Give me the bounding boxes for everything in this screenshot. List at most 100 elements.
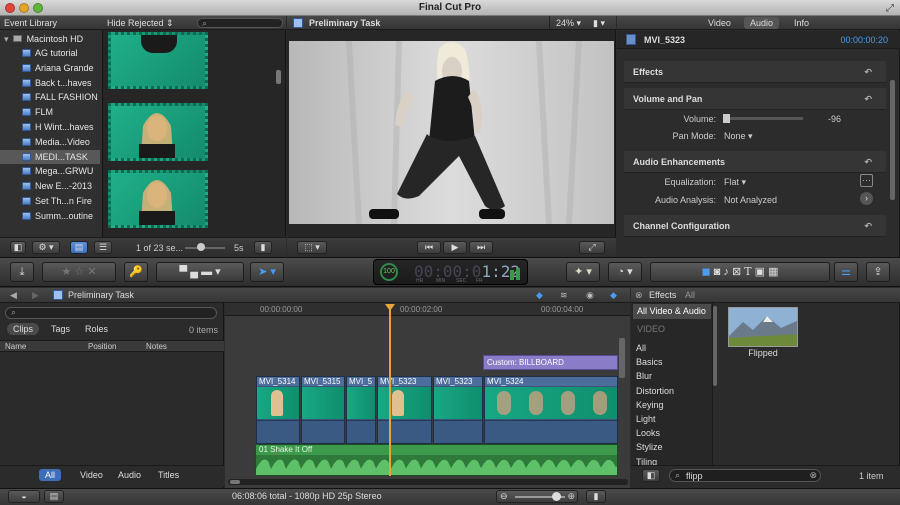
timeline-horizontal-scrollbar[interactable] — [228, 479, 628, 485]
index-column-notes[interactable]: Notes — [146, 342, 167, 351]
effects-category-blur[interactable]: Blur — [636, 369, 652, 383]
close-icon[interactable]: ⊗ — [635, 288, 643, 302]
channel-config-header[interactable]: Channel Configuration ↶ — [624, 215, 886, 237]
inspector-scrollbar[interactable] — [890, 80, 895, 200]
forward-arrow-icon[interactable]: ▶ — [32, 288, 39, 302]
browser-search-input[interactable]: ⌕ — [197, 18, 283, 28]
clip-thumbnail-3[interactable] — [108, 170, 208, 228]
snapping-icon[interactable]: ◆ — [610, 288, 617, 302]
effects-category-all[interactable]: All — [636, 341, 646, 355]
effects-category-light[interactable]: Light — [636, 412, 656, 426]
reset-icon[interactable]: ↶ — [864, 151, 872, 173]
audio-skimming-button[interactable]: ◒ — [8, 490, 40, 503]
retime-button[interactable]: ◔ ▾ — [608, 262, 642, 282]
zoom-control[interactable]: ⊖ ⊕ — [496, 490, 578, 503]
effects-category-stylize[interactable]: Stylize — [636, 440, 663, 454]
timeline-video-clip[interactable]: MVI_5323 — [433, 376, 483, 444]
library-event-item[interactable]: MEDI...TASK — [0, 149, 100, 164]
timeline-index-search[interactable]: ⌕ — [5, 307, 217, 319]
clip-appearance-button[interactable]: ▮ — [586, 490, 606, 503]
browser-scrollbar[interactable] — [276, 70, 281, 84]
disk-item[interactable]: ▾ Macintosh HD — [4, 32, 83, 46]
clear-search-icon[interactable]: ⊗ — [809, 470, 817, 481]
switch-button[interactable]: ▮ — [254, 241, 272, 254]
equalization-dropdown[interactable]: Flat ▾ — [724, 177, 746, 188]
categories-scrollbar[interactable] — [713, 306, 717, 386]
transitions-browser-icon[interactable]: ⊠ — [732, 266, 741, 278]
audio-meter-icon[interactable] — [508, 266, 522, 280]
library-event-item[interactable]: AG tutorial — [0, 46, 100, 60]
analysis-go-button[interactable]: › — [860, 192, 873, 205]
effect-thumbnail-flipped[interactable] — [728, 307, 798, 347]
music-browser-icon[interactable]: ♪ — [723, 266, 729, 278]
photo-browser-icon[interactable]: ◙ — [714, 266, 721, 278]
volume-value[interactable]: -96 — [828, 114, 841, 124]
library-event-item[interactable]: Ariana Grande — [0, 61, 100, 75]
select-tool-button[interactable]: ➤ ▾ — [250, 262, 284, 282]
effects-category-looks[interactable]: Looks — [636, 426, 660, 440]
volume-slider[interactable] — [723, 114, 803, 123]
reset-icon[interactable]: ↶ — [864, 215, 872, 237]
viewer-video-frame[interactable] — [289, 41, 614, 224]
effects-category-basics[interactable]: Basics — [636, 355, 663, 369]
audio-clip[interactable]: 01 Shake It Off — [255, 444, 618, 476]
effects-category-distortion[interactable]: Distortion — [636, 384, 674, 398]
index-column-name[interactable]: Name — [5, 342, 26, 351]
viewer-format-button[interactable]: ⬚ ▾ — [297, 241, 327, 254]
audio-enhancements-header[interactable]: Audio Enhancements ↶ — [624, 151, 886, 173]
library-event-item[interactable]: FLM — [0, 105, 100, 119]
effects-search-field[interactable]: ⌕ flipp ⊗ — [669, 469, 821, 482]
inspector-tab-info[interactable]: Info — [788, 17, 815, 29]
viewer-options-icon[interactable]: ▮ ▾ — [593, 16, 605, 30]
inspector-tab-video[interactable]: Video — [702, 17, 737, 29]
eq-graph-button[interactable]: ⋯ — [860, 174, 873, 187]
library-event-item[interactable]: New E...-2013 — [0, 179, 100, 193]
unrate-star-icon[interactable]: ☆ — [74, 266, 84, 278]
titles-browser-icon[interactable]: T — [744, 265, 751, 278]
zoom-in-icon[interactable]: ⊕ — [567, 491, 575, 502]
inspector-tab-audio[interactable]: Audio — [744, 17, 780, 29]
index-filter-titles[interactable]: Titles — [152, 469, 185, 481]
show-library-button[interactable]: ◧ — [10, 241, 26, 254]
pan-mode-dropdown[interactable]: None ▾ — [724, 131, 753, 142]
connect-clip-icon[interactable]: ▀ — [179, 266, 187, 278]
effects-section-header[interactable]: Effects ↶ — [624, 61, 886, 83]
solo-icon[interactable]: ◉ — [586, 288, 594, 302]
clip-thumbnail-2[interactable] — [108, 103, 208, 161]
append-clip-icon[interactable]: ▬ — [201, 266, 212, 278]
clip-height-slider[interactable] — [185, 243, 225, 251]
chevron-down-icon[interactable]: ▾ — [215, 266, 221, 278]
action-gear-button[interactable]: ⚙ ▾ — [32, 241, 60, 254]
library-event-item[interactable]: Summ...outine — [0, 209, 100, 223]
reset-icon[interactable]: ↶ — [864, 61, 872, 83]
toggle-sidebar-button[interactable]: ◧ — [642, 469, 660, 482]
effects-filter[interactable]: All — [685, 288, 695, 302]
fullscreen-icon[interactable]: ⤢ — [886, 3, 894, 14]
zoom-out-icon[interactable]: ⊖ — [500, 491, 508, 502]
library-event-item[interactable]: H Wint...haves — [0, 120, 100, 134]
reset-icon[interactable]: ↶ — [864, 88, 872, 110]
library-event-item[interactable]: Back t...haves — [0, 76, 100, 90]
timeline-video-clip[interactable]: MVI_5314 — [256, 376, 300, 444]
category-all-video-audio[interactable]: All Video & Audio — [633, 304, 711, 319]
playhead[interactable] — [389, 304, 391, 476]
title-clip[interactable]: Custom: BILLBOARD — [483, 355, 618, 370]
timeline-video-clip[interactable]: MVI_5 — [346, 376, 376, 444]
audio-skimming-icon[interactable]: ≋ — [560, 288, 568, 302]
timeline-index-button[interactable]: ▤ — [44, 490, 64, 503]
timeline-video-clip[interactable]: MVI_5323 — [377, 376, 432, 444]
zoom-slider-knob[interactable] — [552, 492, 561, 501]
reject-x-icon[interactable]: ✕ — [87, 266, 96, 278]
volume-pan-section-header[interactable]: Volume and Pan ↶ — [624, 88, 886, 110]
disclosure-triangle-icon[interactable]: ▾ — [4, 34, 9, 44]
library-event-item[interactable]: FALL FASHION — [0, 90, 100, 104]
insert-clip-icon[interactable]: ▄ — [190, 266, 198, 278]
generators-browser-icon[interactable]: ▣ — [755, 266, 765, 278]
import-button[interactable]: ⤓ — [10, 262, 34, 282]
zoom-dropdown[interactable]: 24% ▾ — [549, 16, 589, 30]
clip-thumbnail-1[interactable] — [108, 32, 208, 89]
timeline-video-clip[interactable]: MVI_5324 — [484, 376, 618, 444]
keyword-button[interactable]: 🔑 — [124, 262, 148, 282]
video-waveform-toggle-icon[interactable]: ◆ — [536, 288, 543, 302]
timeline-vertical-scrollbar[interactable] — [619, 338, 625, 378]
